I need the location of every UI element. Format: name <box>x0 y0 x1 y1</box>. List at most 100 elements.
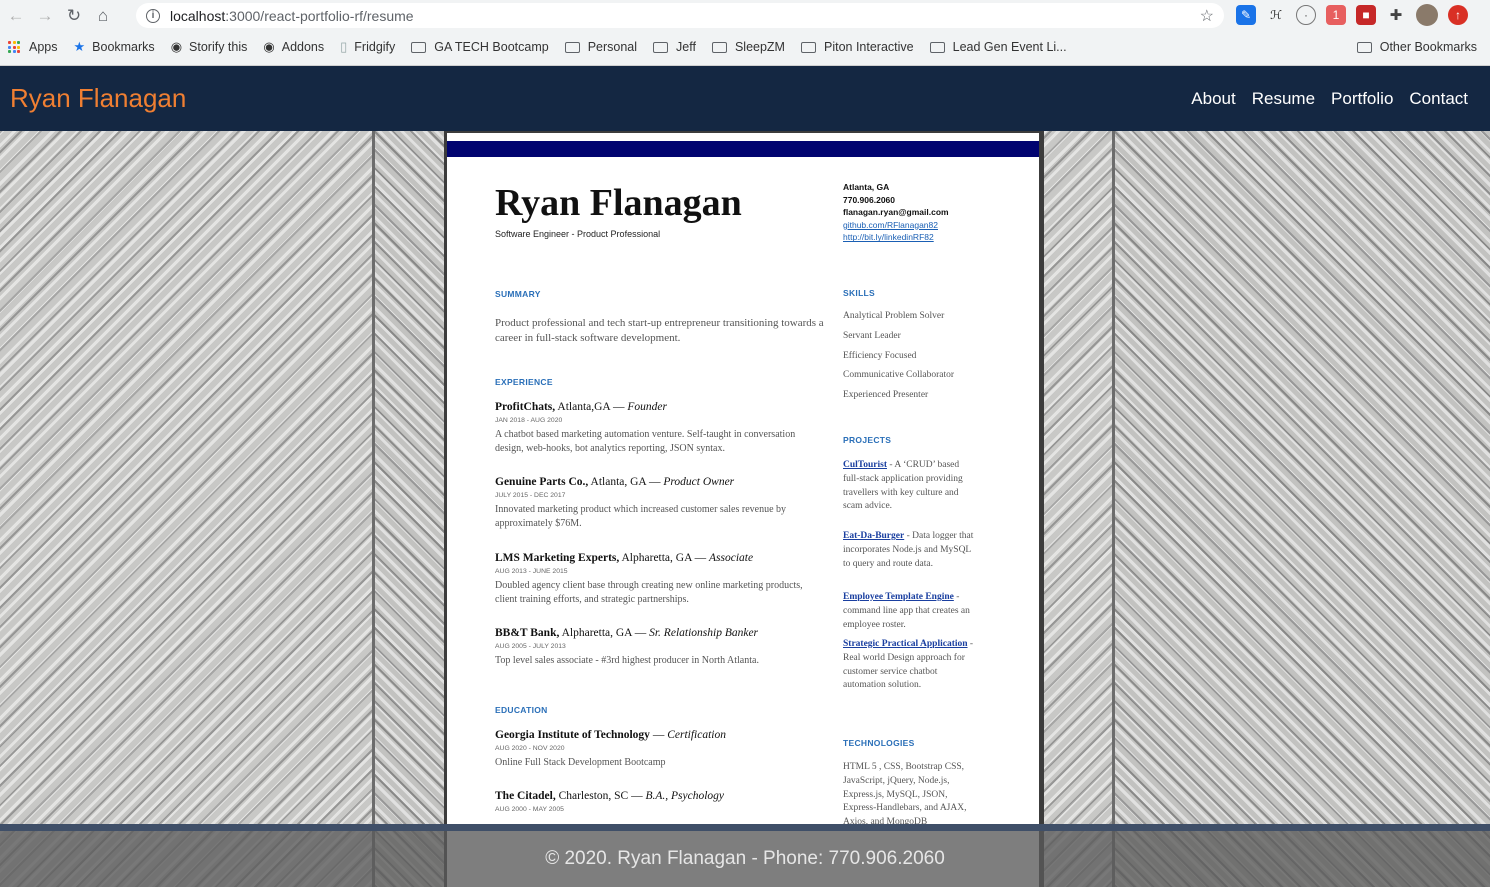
bookmark-folder-ga-tech[interactable]: GA TECH Bootcamp <box>411 40 549 54</box>
bookmark-label: Storify this <box>189 40 248 54</box>
site-navbar: Ryan Flanagan About Resume Portfolio Con… <box>0 66 1490 131</box>
job-title: ProfitChats, Atlanta,GA — Founder <box>495 401 825 413</box>
bookmark-folder-jeff[interactable]: Jeff <box>653 40 696 54</box>
summary-text: Product professional and tech start-up e… <box>495 317 824 344</box>
wood-panel <box>1115 131 1490 887</box>
job-dates: AUG 2013 - JUNE 2015 <box>495 568 568 575</box>
profile-avatar[interactable] <box>1416 4 1438 26</box>
school-dates: AUG 2020 - NOV 2020 <box>495 745 565 752</box>
job-title: Genuine Parts Co., Atlanta, GA — Product… <box>495 476 825 488</box>
job-place: Atlanta, GA — <box>588 476 664 488</box>
contact-email: flanagan.ryan@gmail.com <box>843 207 949 218</box>
globe-icon: ◉ <box>170 39 183 54</box>
job-company: ProfitChats, <box>495 401 556 413</box>
nav-link-about[interactable]: About <box>1191 89 1235 109</box>
reload-button[interactable]: ↻ <box>61 3 87 29</box>
bookmark-label: Lead Gen Event Li... <box>952 40 1067 54</box>
back-button[interactable]: ← <box>3 3 29 29</box>
school-title: The Citadel, Charleston, SC — B.A., Psyc… <box>495 790 825 802</box>
extension-code-icon[interactable]: · <box>1296 5 1316 25</box>
other-bookmarks-label: Other Bookmarks <box>1379 40 1477 54</box>
site-info-icon[interactable]: i <box>146 8 160 23</box>
url-path: :3000/react-portfolio-rf/resume <box>225 7 414 24</box>
bookmark-label: Addons <box>281 40 325 54</box>
fridge-icon: ▯ <box>340 39 348 54</box>
project-item: Employee Template Engine - command line … <box>843 591 977 632</box>
folder-icon <box>1356 41 1372 53</box>
folder-icon <box>411 41 427 53</box>
folder-icon <box>800 41 816 53</box>
job-place: Alpharetta, GA — <box>619 552 710 564</box>
extension-badge-icon[interactable]: 1 <box>1326 5 1346 25</box>
skill-item: Analytical Problem Solver <box>843 311 945 321</box>
extensions-puzzle-icon[interactable]: ✚ <box>1386 5 1406 25</box>
bookmark-folder-lead-gen[interactable]: Lead Gen Event Li... <box>929 40 1067 54</box>
resume-contact: Atlanta, GA 770.906.2060 flanagan.ryan@g… <box>843 181 949 244</box>
job-company: LMS Marketing Experts, <box>495 552 620 564</box>
site-brand[interactable]: Ryan Flanagan <box>10 83 186 114</box>
job-dates: JULY 2015 - DEC 2017 <box>495 492 566 499</box>
bookmark-apps[interactable]: Apps <box>8 40 58 54</box>
forward-button[interactable]: → <box>32 3 58 29</box>
bookmark-folder-piton[interactable]: Piton Interactive <box>800 40 914 54</box>
project-link[interactable]: Strategic Practical Application <box>843 639 968 649</box>
bookmark-label: Apps <box>29 40 58 54</box>
education-heading: EDUCATION <box>495 705 548 715</box>
bookmark-addons[interactable]: ◉ Addons <box>263 39 324 55</box>
nav-link-contact[interactable]: Contact <box>1409 89 1468 109</box>
wood-seam <box>1112 131 1115 887</box>
experience-entry: LMS Marketing Experts, Alpharetta, GA — … <box>495 552 825 607</box>
job-company: Genuine Parts Co., <box>495 476 589 488</box>
bookmark-label: GA TECH Bootcamp <box>434 40 549 54</box>
bookmark-fridgify[interactable]: ▯ Fridgify <box>340 39 395 55</box>
school-description: Online Full Stack Development Bootcamp <box>495 757 666 768</box>
job-dates: AUG 2005 - JULY 2013 <box>495 643 566 650</box>
folder-icon <box>564 41 580 53</box>
contact-location: Atlanta, GA <box>843 182 890 192</box>
globe-icon: ◉ <box>263 39 275 54</box>
update-icon[interactable]: ↑ <box>1448 5 1468 25</box>
bookmark-storify[interactable]: ◉ Storify this <box>171 39 248 55</box>
address-bar[interactable]: i localhost:3000/react-portfolio-rf/resu… <box>136 3 1224 28</box>
home-button[interactable]: ⌂ <box>90 3 116 29</box>
extension-red-icon[interactable]: ■ <box>1356 5 1376 25</box>
school-name: The Citadel, <box>495 790 556 802</box>
folder-icon <box>711 41 727 53</box>
contact-linkedin-link[interactable]: http://bit.ly/linkedinRF82 <box>843 231 949 244</box>
bookmark-folder-sleepzm[interactable]: SleepZM <box>711 40 785 54</box>
bookmark-folder-personal[interactable]: Personal <box>564 40 637 54</box>
extension-script-icon[interactable]: ℋ <box>1266 5 1286 25</box>
nav-link-resume[interactable]: Resume <box>1252 89 1315 109</box>
folder-icon <box>653 41 669 53</box>
skills-list: Analytical Problem Solver Servant Leader… <box>843 311 993 410</box>
project-link[interactable]: Employee Template Engine <box>843 592 954 602</box>
browser-chrome: ← → ↻ ⌂ i localhost:3000/react-portfolio… <box>0 0 1490 66</box>
technologies-heading: TECHNOLOGIES <box>843 738 915 748</box>
school-name: Georgia Institute of Technology <box>495 729 650 741</box>
contact-github-link[interactable]: github.com/RFlanagan82 <box>843 219 949 232</box>
nav-link-portfolio[interactable]: Portfolio <box>1331 89 1393 109</box>
nav-links: About Resume Portfolio Contact <box>1191 66 1468 131</box>
job-description: Innovated marketing product which increa… <box>495 504 787 529</box>
school-dates: AUG 2000 - MAY 2005 <box>495 806 564 813</box>
bookmark-bookmarks[interactable]: ★ Bookmarks <box>74 39 155 55</box>
skill-item: Servant Leader <box>843 330 901 341</box>
job-place: Alpharetta, GA — <box>559 627 650 639</box>
extension-pen-icon[interactable]: ✎ <box>1236 5 1256 25</box>
job-role: Product Owner <box>663 476 735 488</box>
other-bookmarks[interactable]: Other Bookmarks <box>1356 35 1477 59</box>
technologies-text: HTML 5 , CSS, Bootstrap CSS, JavaScript,… <box>843 762 967 828</box>
project-link[interactable]: CulTourist <box>843 460 887 470</box>
skill-item: Communicative Collaborator <box>843 370 955 381</box>
extension-badge-count: 1 <box>1332 8 1340 22</box>
site-footer: © 2020. Ryan Flanagan - Phone: 770.906.2… <box>0 831 1490 887</box>
resume-header-band <box>447 141 1039 157</box>
school-place: Charleston, SC — <box>555 790 646 802</box>
experience-entry: ProfitChats, Atlanta,GA — Founder JAN 20… <box>495 401 825 456</box>
bookmark-label: Piton Interactive <box>823 40 914 54</box>
bookmark-star-icon[interactable]: ☆ <box>1200 6 1214 26</box>
project-link[interactable]: Eat-Da-Burger <box>843 531 904 541</box>
resume-document: Ryan Flanagan Software Engineer - Produc… <box>447 133 1039 887</box>
url-text[interactable]: localhost:3000/react-portfolio-rf/resume <box>170 8 414 24</box>
job-description: Doubled agency client base through creat… <box>495 580 803 605</box>
